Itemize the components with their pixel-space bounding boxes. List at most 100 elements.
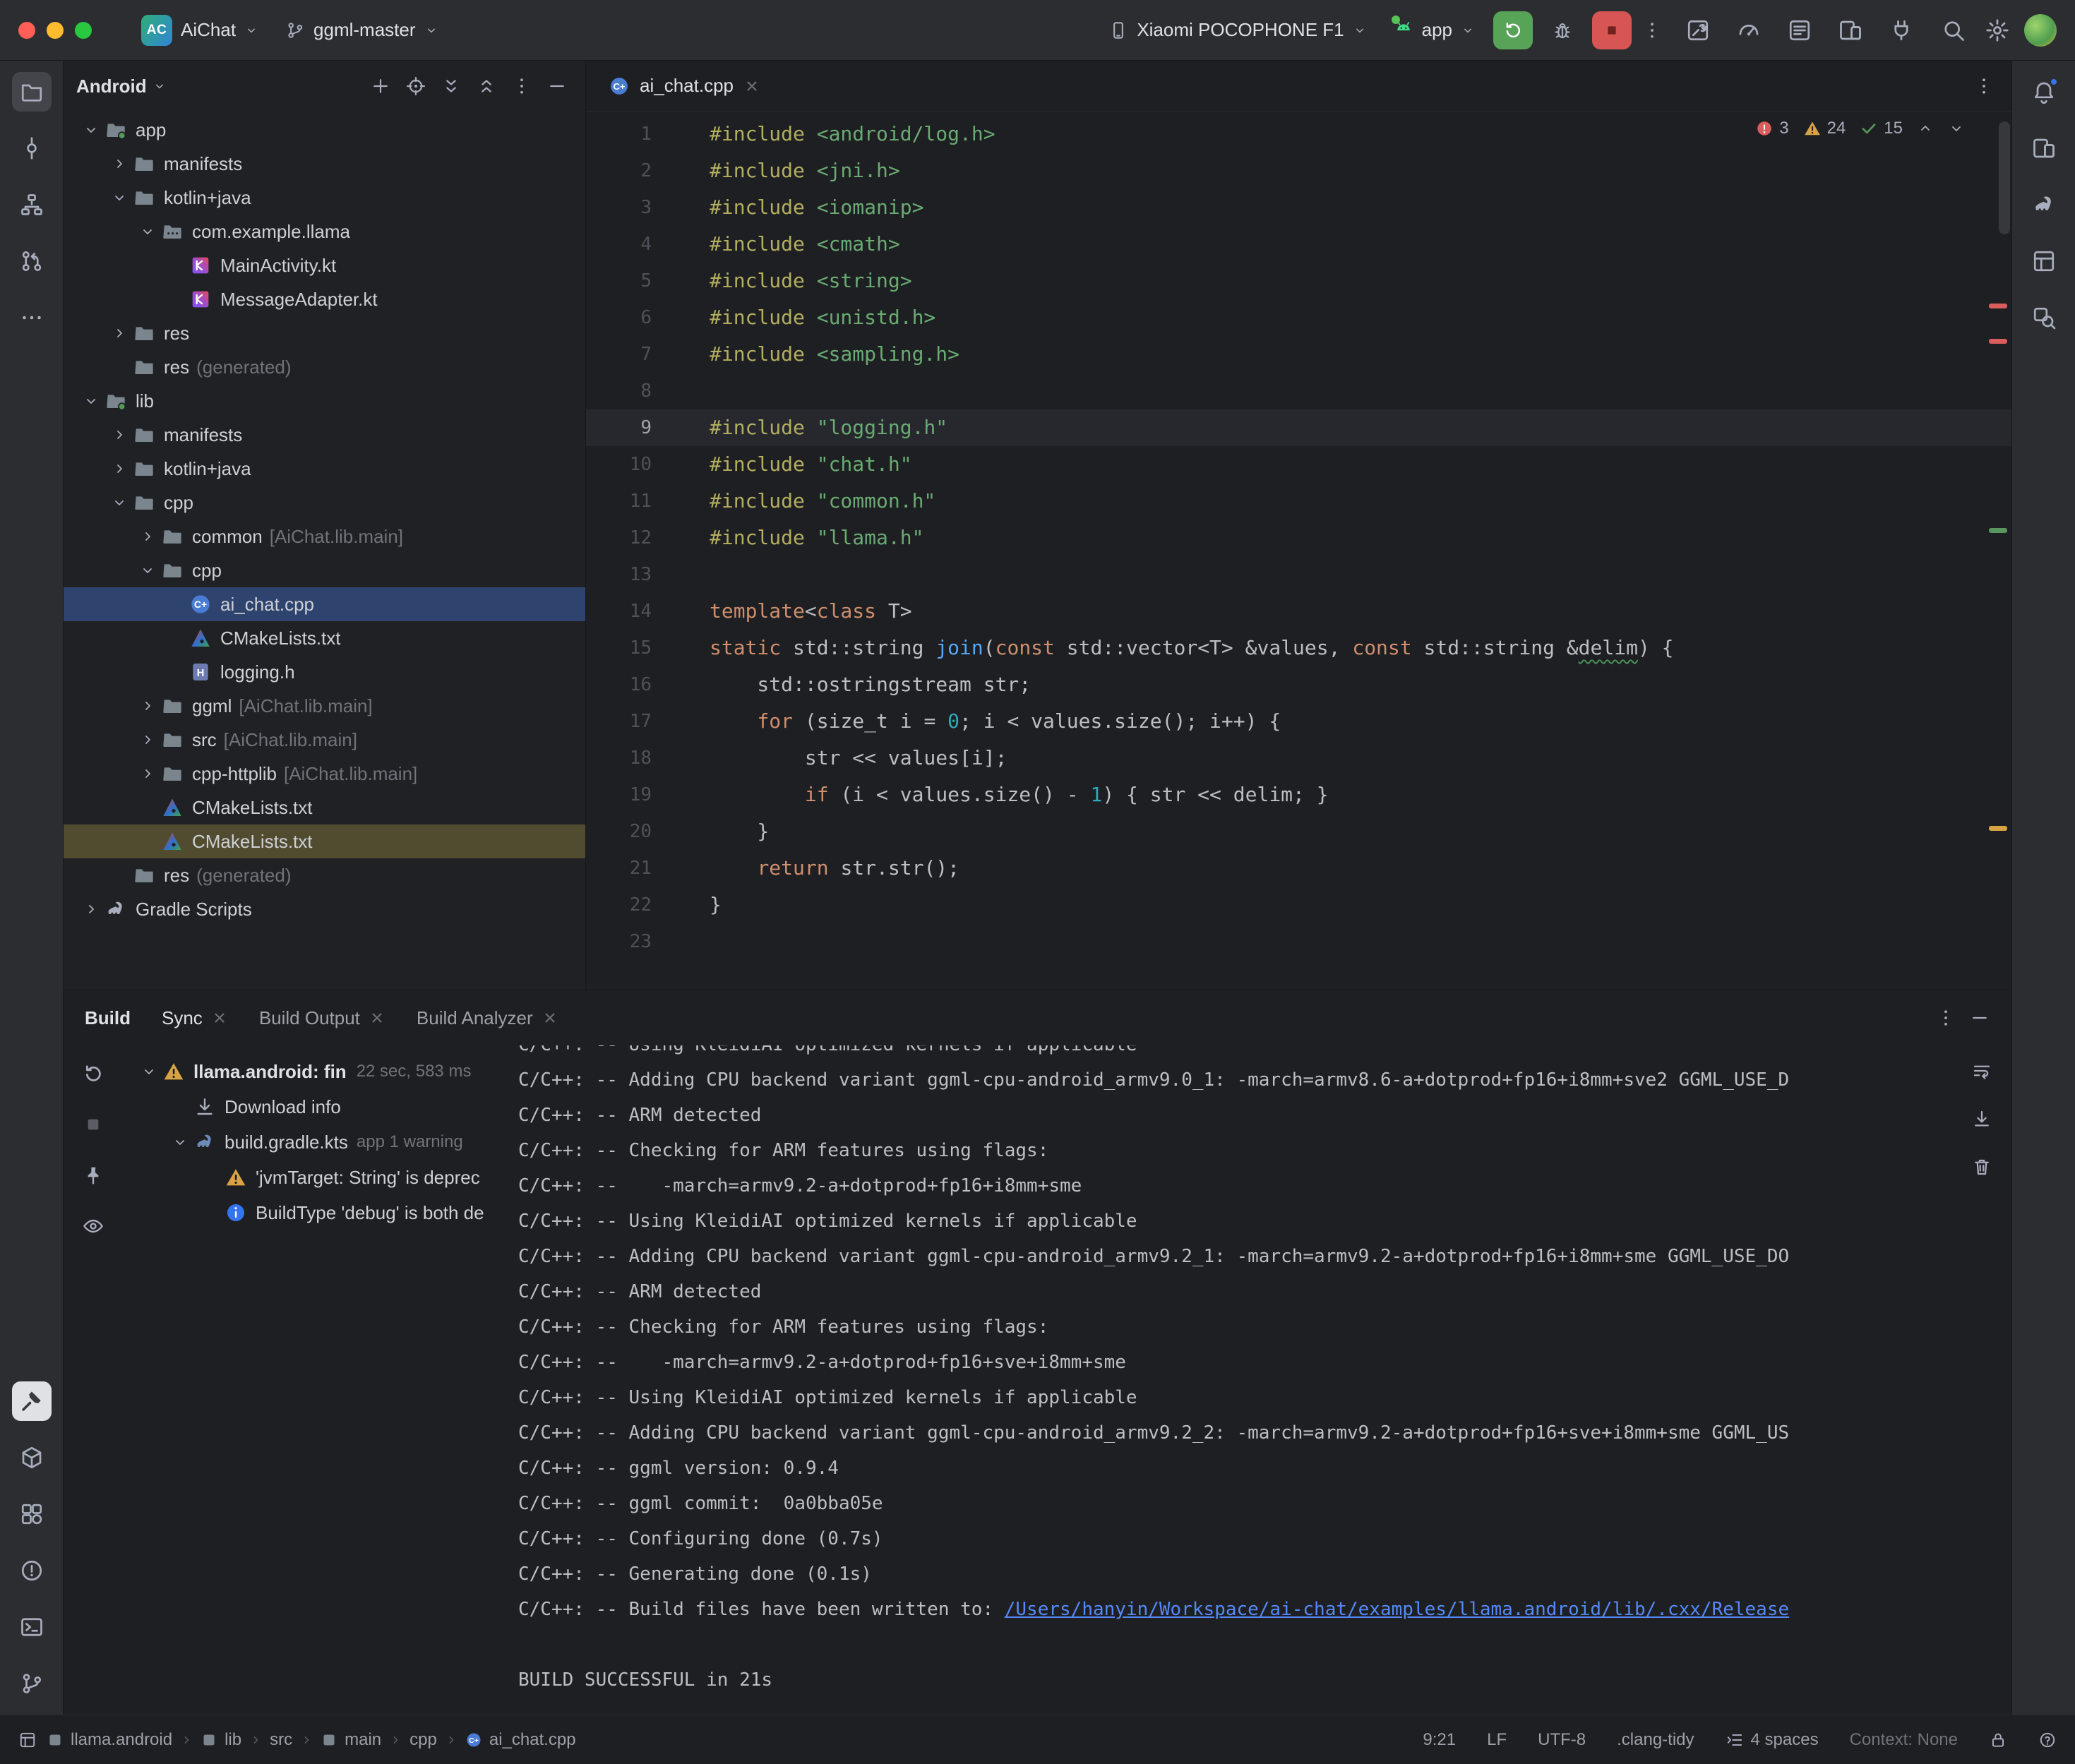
project-icon[interactable] [12,72,52,112]
code-line-13[interactable]: 13 [586,556,2011,593]
tab-build-output[interactable]: Build Output [259,1007,385,1029]
code-text[interactable]: return str.str(); [710,850,959,887]
line-number[interactable]: 11 [586,483,710,520]
editor-scrollbar[interactable] [1999,121,2010,234]
breadcrumb-item-ai-chat-cpp[interactable]: C+ai_chat.cpp [465,1730,576,1750]
breadcrumb-item-lib[interactable]: lib [201,1730,241,1750]
code-text[interactable]: #include "chat.h" [710,446,912,483]
chevron-right-icon[interactable] [106,155,133,172]
profile-avatar[interactable] [2024,14,2057,47]
debug-button[interactable] [1543,11,1582,49]
more-run-actions-icon[interactable] [1642,20,1663,41]
line-separator[interactable]: LF [1487,1730,1507,1750]
code-line-5[interactable]: 5#include <string> [586,263,2011,299]
chevron-right-icon[interactable] [134,731,161,748]
chevron-right-icon[interactable] [106,325,133,342]
chevron-down-icon[interactable] [134,562,161,579]
tree-item-gradle-scripts[interactable]: Gradle Scripts [64,892,585,926]
line-number[interactable]: 9 [586,409,710,446]
code-line-23[interactable]: 23 [586,923,2011,960]
tree-item-cpp[interactable]: cpp [64,553,585,587]
line-number[interactable]: 16 [586,666,710,703]
error-stripe-mark[interactable] [1989,304,2007,308]
line-number[interactable]: 20 [586,813,710,850]
error-stripe-mark[interactable] [1989,339,2007,344]
clang-tidy-widget[interactable]: .clang-tidy [1617,1730,1694,1750]
device-selector[interactable]: Xiaomi POCOPHONE F1 [1100,13,1375,47]
sdk-manager-icon[interactable] [1682,15,1714,46]
code-text[interactable]: } [710,887,722,923]
next-issue-icon[interactable] [1948,120,1965,137]
line-number[interactable]: 1 [586,116,710,152]
build-console[interactable]: C/C++: -- Using KleidiAI optimized kerne… [518,1045,1952,1715]
code-text[interactable]: if (i < values.size() - 1) { str << deli… [710,776,1329,813]
services-icon[interactable] [12,1494,52,1534]
breadcrumb-item-src[interactable]: src [270,1730,292,1750]
run-button[interactable] [1493,11,1533,49]
line-number[interactable]: 15 [586,630,710,666]
line-number[interactable]: 5 [586,263,710,299]
chevron-down-icon[interactable] [134,223,161,240]
line-number[interactable]: 10 [586,446,710,483]
scroll-end-icon[interactable] [1966,1103,1997,1134]
code-text[interactable]: str << values[i]; [710,740,1007,776]
rerun-gray-icon[interactable] [78,1058,109,1089]
lock-icon[interactable] [1989,1731,2007,1749]
tree-item-cpp-httplib[interactable]: cpp-httplib[AiChat.lib.main] [64,757,585,791]
code-text[interactable]: #include <jni.h> [710,152,900,189]
code-line-6[interactable]: 6#include <unistd.h> [586,299,2011,336]
tree-item-kotlin-java[interactable]: kotlin+java [64,181,585,215]
tree-item-ggml[interactable]: ggml[AiChat.lib.main] [64,689,585,723]
code-text[interactable]: #include "llama.h" [710,520,923,556]
commit-icon[interactable] [12,128,52,168]
structure-icon[interactable] [12,185,52,224]
tree-item-cmakelists-txt[interactable]: CMakeLists.txt [64,824,585,858]
code-text[interactable]: #include <sampling.h> [710,336,959,373]
tree-item-mainactivity-kt[interactable]: MainActivity.kt [64,248,585,282]
code-text[interactable]: std::ostringstream str; [710,666,1031,703]
stop-square-icon[interactable] [78,1109,109,1140]
vcs-branch-selector[interactable]: ggml-master [277,13,446,47]
tree-item-res[interactable]: res(generated) [64,350,585,384]
inspections-widget[interactable]: 3 24 15 [1755,119,1965,138]
tree-item-src[interactable]: src[AiChat.lib.main] [64,723,585,757]
line-number[interactable]: 12 [586,520,710,556]
line-number[interactable]: 2 [586,152,710,189]
code-text[interactable]: } [710,813,769,850]
line-number[interactable]: 8 [586,373,710,409]
code-line-19[interactable]: 19 if (i < values.size() - 1) { str << d… [586,776,2011,813]
editor-tab-ai-chat-cpp[interactable]: C+ ai_chat.cpp [593,61,776,111]
tree-item-res[interactable]: res(generated) [64,858,585,892]
indent-widget[interactable]: 4 spaces [1726,1730,1819,1750]
pin-icon[interactable] [78,1160,109,1191]
notifications-icon[interactable] [2024,72,2064,112]
tree-item-manifests[interactable]: manifests [64,147,585,181]
close-tab-icon[interactable] [743,78,760,95]
chevron-right-icon[interactable] [134,697,161,714]
chevron-down-icon[interactable] [78,392,104,409]
settings-gear-icon[interactable] [1980,13,2014,47]
expand-all-icon[interactable] [436,71,467,102]
minus-icon[interactable] [542,71,573,102]
minimize-window-button[interactable] [47,22,64,39]
zoom-window-button[interactable] [75,22,92,39]
code-line-3[interactable]: 3#include <iomanip> [586,189,2011,226]
tree-item-cmakelists-txt[interactable]: CMakeLists.txt [64,791,585,824]
code-line-21[interactable]: 21 return str.str(); [586,850,2011,887]
line-number[interactable]: 4 [586,226,710,263]
tree-item-app[interactable]: app [64,113,585,147]
kebab-icon[interactable] [506,71,537,102]
code-line-4[interactable]: 4#include <cmath> [586,226,2011,263]
code-line-9[interactable]: 9#include "logging.h" [586,409,2011,446]
line-number[interactable]: 6 [586,299,710,336]
tree-item-cmakelists-txt[interactable]: CMakeLists.txt [64,621,585,655]
line-number[interactable]: 17 [586,703,710,740]
tree-item-manifests[interactable]: manifests [64,418,585,452]
window-icon[interactable] [18,1731,37,1749]
tab-build-analyzer[interactable]: Build Analyzer [417,1007,558,1029]
eye-icon[interactable] [78,1211,109,1242]
gradle-icon[interactable] [2024,185,2064,224]
plus-icon[interactable] [365,71,396,102]
code-line-18[interactable]: 18 str << values[i]; [586,740,2011,776]
chevron-right-icon[interactable] [106,460,133,477]
